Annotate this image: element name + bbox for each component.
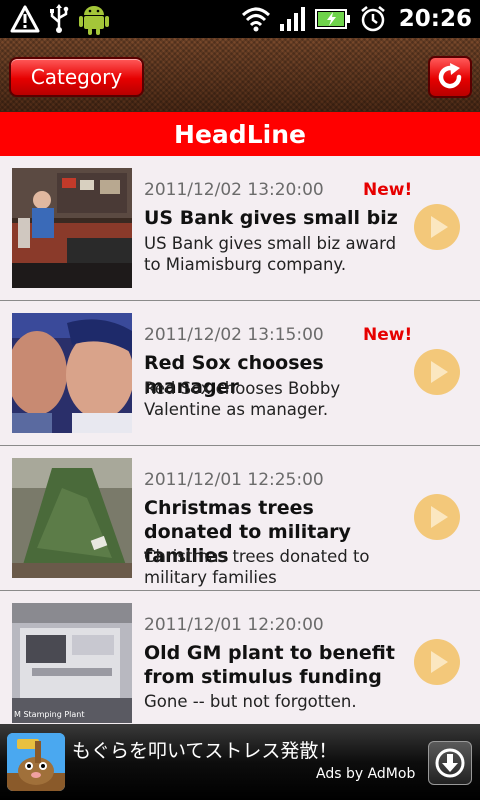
news-date: 2011/12/02 13:15:00 <box>144 325 324 345</box>
news-thumbnail <box>12 168 132 288</box>
play-icon <box>431 216 448 238</box>
status-bar: 20:26 <box>0 0 480 38</box>
news-item[interactable]: 2011/12/02 13:20:00 New! US Bank gives s… <box>0 156 480 301</box>
signal-icon <box>279 7 305 31</box>
ad-download-button[interactable] <box>428 741 472 785</box>
ad-banner[interactable]: もぐらを叩いてストレス発散！ Ads by AdMob <box>0 724 480 800</box>
ad-text: もぐらを叩いてストレス発散！ <box>72 740 338 762</box>
alarm-icon <box>361 6 385 32</box>
news-description: Red Sox chooses Bobby Valentine as manag… <box>144 379 341 419</box>
news-list: 2011/12/02 13:20:00 New! US Bank gives s… <box>0 156 480 724</box>
play-button[interactable] <box>414 349 460 395</box>
android-icon <box>79 6 109 35</box>
refresh-icon <box>438 63 462 89</box>
news-description: US Bank gives small biz award to Miamisb… <box>144 234 397 274</box>
news-thumbnail <box>12 458 132 578</box>
news-title: US Bank gives small biz <box>144 207 398 229</box>
news-item[interactable]: 2011/12/01 12:25:00 Christmas trees dona… <box>0 446 480 591</box>
status-time: 20:26 <box>398 6 472 32</box>
news-thumbnail: M Stamping Plant <box>12 603 132 723</box>
play-icon <box>431 361 448 383</box>
download-icon <box>435 748 465 778</box>
play-icon <box>431 651 448 673</box>
refresh-button[interactable] <box>428 56 472 98</box>
news-date: 2011/12/01 12:25:00 <box>144 470 324 490</box>
news-date: 2011/12/02 13:20:00 <box>144 180 324 200</box>
play-button[interactable] <box>414 204 460 250</box>
play-button[interactable] <box>414 494 460 540</box>
battery-icon <box>314 9 350 29</box>
news-date: 2011/12/01 12:20:00 <box>144 615 324 635</box>
news-thumbnail <box>12 313 132 433</box>
usb-icon <box>50 4 69 33</box>
category-button[interactable]: Category <box>9 57 144 97</box>
news-description: Christmas trees donated to military fami… <box>144 547 370 587</box>
news-title: Old GM plant to benefit from stimulus fu… <box>144 642 395 688</box>
new-badge: New! <box>363 325 413 345</box>
news-description: Gone -- but not forgotten. <box>144 692 357 711</box>
wifi-icon <box>241 7 270 32</box>
ad-credit: Ads by AdMob <box>316 766 416 782</box>
headline-title: HeadLine <box>0 112 480 156</box>
play-icon <box>431 506 448 528</box>
thumbnail-caption: M Stamping Plant <box>14 710 85 719</box>
warning-icon <box>10 5 40 33</box>
news-item[interactable]: 2011/12/02 13:15:00 New! Red Sox chooses… <box>0 301 480 446</box>
new-badge: New! <box>363 180 413 200</box>
app-toolbar: Category <box>0 38 480 112</box>
play-button[interactable] <box>414 639 460 685</box>
news-item[interactable]: M Stamping Plant 2011/12/01 12:20:00 Old… <box>0 591 480 724</box>
ad-app-icon <box>7 733 65 791</box>
